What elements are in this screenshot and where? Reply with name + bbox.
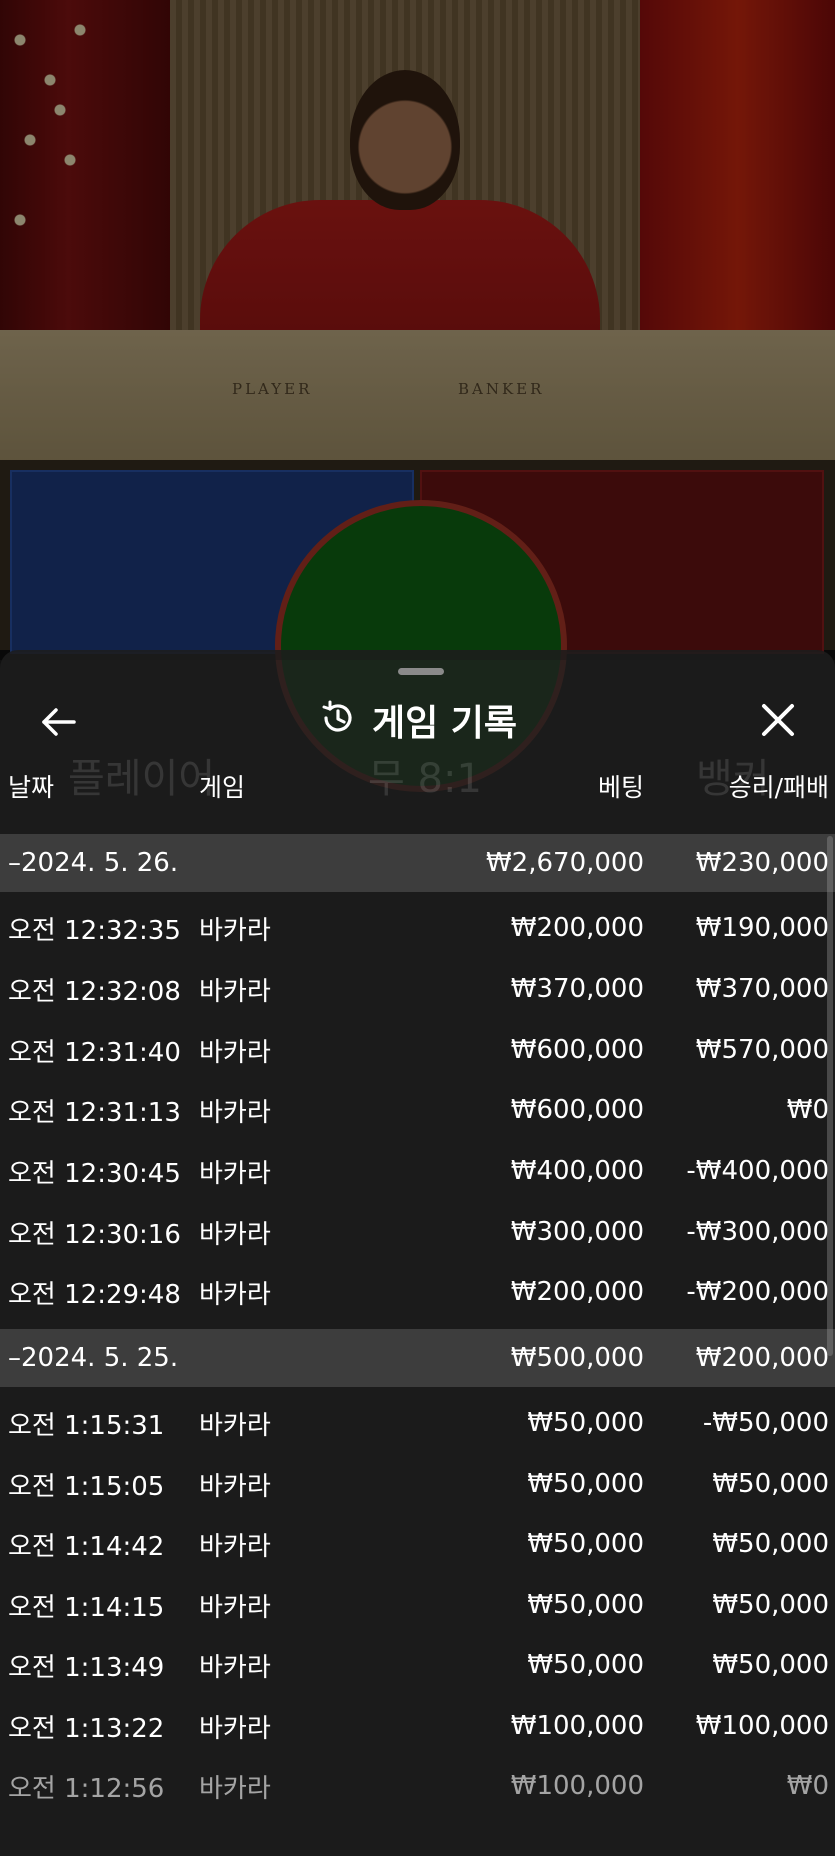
row-time: 오전 1:12:56: [8, 1773, 165, 1804]
row-result: ₩50,000: [712, 1650, 829, 1680]
row-game: 바카라: [199, 1592, 271, 1623]
row-game: 바카라: [199, 915, 271, 946]
row-game: 바카라: [199, 1279, 271, 1310]
bg-player-label: 플레이어: [68, 756, 216, 802]
row-bet: ₩400,000: [510, 1156, 644, 1186]
back-button[interactable]: [38, 700, 82, 744]
arrow-left-icon: [42, 708, 76, 736]
row-game: 바카라: [199, 1410, 271, 1441]
group-bet-total: ₩500,000: [510, 1343, 644, 1373]
row-result: ₩370,000: [695, 974, 829, 1004]
table-row[interactable]: 오전 12:30:45 바카라 ₩400,000 -₩400,000: [0, 1141, 835, 1201]
row-time: 오전 12:30:16: [8, 1219, 181, 1250]
row-time: 오전 12:30:45: [8, 1158, 181, 1189]
row-time: 오전 12:31:40: [8, 1037, 181, 1068]
table-row[interactable]: 오전 1:13:49 바카라 ₩50,000 ₩50,000: [0, 1635, 835, 1695]
title-group: 게임 기록: [0, 690, 835, 750]
group-date: –2024. 5. 26.: [8, 848, 179, 878]
row-result: ₩190,000: [695, 913, 829, 943]
row-result: ₩0: [786, 1771, 829, 1801]
row-time: 오전 12:32:08: [8, 976, 181, 1007]
row-game: 바카라: [199, 1158, 271, 1189]
history-clock-icon: [318, 698, 358, 742]
row-result: -₩400,000: [686, 1156, 829, 1186]
row-bet: ₩50,000: [527, 1408, 644, 1438]
table-row[interactable]: 오전 12:32:08 바카라 ₩370,000 ₩370,000: [0, 959, 835, 1019]
table-row[interactable]: 오전 1:14:42 바카라 ₩50,000 ₩50,000: [0, 1514, 835, 1574]
row-result: -₩200,000: [686, 1277, 829, 1307]
row-result: ₩570,000: [695, 1035, 829, 1065]
close-button[interactable]: [756, 698, 800, 742]
row-bet: ₩50,000: [527, 1650, 644, 1680]
table-row[interactable]: 오전 12:31:40 바카라 ₩600,000 ₩570,000: [0, 1020, 835, 1080]
row-game: 바카라: [199, 1037, 271, 1068]
row-time: 오전 1:15:05: [8, 1471, 165, 1502]
row-bet: ₩100,000: [510, 1711, 644, 1741]
row-game: 바카라: [199, 976, 271, 1007]
sheet-title: 게임 기록: [371, 703, 517, 744]
date-group-row[interactable]: –2024. 5. 26. ₩2,670,000 ₩230,000: [0, 834, 835, 892]
row-bet: ₩100,000: [510, 1771, 644, 1801]
row-bet: ₩600,000: [510, 1095, 644, 1125]
row-time: 오전 1:15:31: [8, 1410, 165, 1441]
row-time: 오전 12:29:48: [8, 1279, 181, 1310]
row-bet: ₩50,000: [527, 1469, 644, 1499]
group-date: –2024. 5. 25.: [8, 1343, 179, 1373]
row-bet: ₩300,000: [510, 1217, 644, 1247]
table-row[interactable]: 오전 1:12:56 바카라 ₩100,000 ₩0: [0, 1756, 835, 1816]
table-row[interactable]: 오전 12:32:35 바카라 ₩200,000 ₩190,000: [0, 898, 835, 958]
table-row[interactable]: 오전 1:15:05 바카라 ₩50,000 ₩50,000: [0, 1454, 835, 1514]
row-result: -₩50,000: [702, 1408, 829, 1438]
column-header-date: 날짜: [8, 773, 55, 802]
row-time: 오전 12:31:13: [8, 1097, 181, 1128]
backdrop-dim-overlay: [0, 0, 835, 660]
group-result-total: ₩200,000: [695, 1343, 829, 1373]
table-row[interactable]: 오전 12:29:48 바카라 ₩200,000 -₩200,000: [0, 1262, 835, 1322]
row-result: ₩50,000: [712, 1469, 829, 1499]
row-game: 바카라: [199, 1773, 271, 1804]
row-bet: ₩50,000: [527, 1590, 644, 1620]
column-header-result: 승리/패배: [728, 773, 829, 802]
row-result: -₩300,000: [686, 1217, 829, 1247]
date-group-row[interactable]: –2024. 5. 25. ₩500,000 ₩200,000: [0, 1329, 835, 1387]
row-time: 오전 1:14:15: [8, 1592, 165, 1623]
row-game: 바카라: [199, 1652, 271, 1683]
column-header-game: 게임: [199, 773, 246, 802]
row-result: ₩50,000: [712, 1590, 829, 1620]
row-bet: ₩200,000: [510, 913, 644, 943]
row-time: 오전 1:13:22: [8, 1713, 165, 1744]
row-result: ₩100,000: [695, 1711, 829, 1741]
row-result: ₩0: [786, 1095, 829, 1125]
row-bet: ₩370,000: [510, 974, 644, 1004]
sheet-header: 게임 기록: [0, 690, 835, 750]
row-bet: ₩50,000: [527, 1529, 644, 1559]
row-game: 바카라: [199, 1713, 271, 1744]
table-row[interactable]: 오전 1:14:15 바카라 ₩50,000 ₩50,000: [0, 1575, 835, 1635]
close-icon: [762, 704, 794, 736]
row-time: 오전 1:14:42: [8, 1531, 165, 1562]
list-scrollbar[interactable]: [827, 836, 833, 1356]
row-time: 오전 12:32:35: [8, 915, 181, 946]
row-game: 바카라: [199, 1471, 271, 1502]
table-row[interactable]: 오전 1:15:31 바카라 ₩50,000 -₩50,000: [0, 1393, 835, 1453]
game-history-sheet: 플레이어 무 8:1 뱅커 게임 기록 날짜 게임 베팅 승리/패배 –2024…: [0, 650, 835, 1856]
group-bet-total: ₩2,670,000: [485, 848, 644, 878]
row-game: 바카라: [199, 1531, 271, 1562]
table-row[interactable]: 오전 12:30:16 바카라 ₩300,000 -₩300,000: [0, 1202, 835, 1262]
bg-tie-label: 무 8:1: [368, 756, 482, 802]
row-bet: ₩600,000: [510, 1035, 644, 1065]
row-game: 바카라: [199, 1219, 271, 1250]
row-time: 오전 1:13:49: [8, 1652, 165, 1683]
row-result: ₩50,000: [712, 1529, 829, 1559]
table-row[interactable]: 오전 12:31:13 바카라 ₩600,000 ₩0: [0, 1080, 835, 1140]
table-row[interactable]: 오전 1:13:22 바카라 ₩100,000 ₩100,000: [0, 1696, 835, 1756]
row-bet: ₩200,000: [510, 1277, 644, 1307]
sheet-drag-handle[interactable]: [398, 668, 444, 675]
group-result-total: ₩230,000: [695, 848, 829, 878]
column-header-bet: 베팅: [597, 773, 644, 802]
row-game: 바카라: [199, 1097, 271, 1128]
